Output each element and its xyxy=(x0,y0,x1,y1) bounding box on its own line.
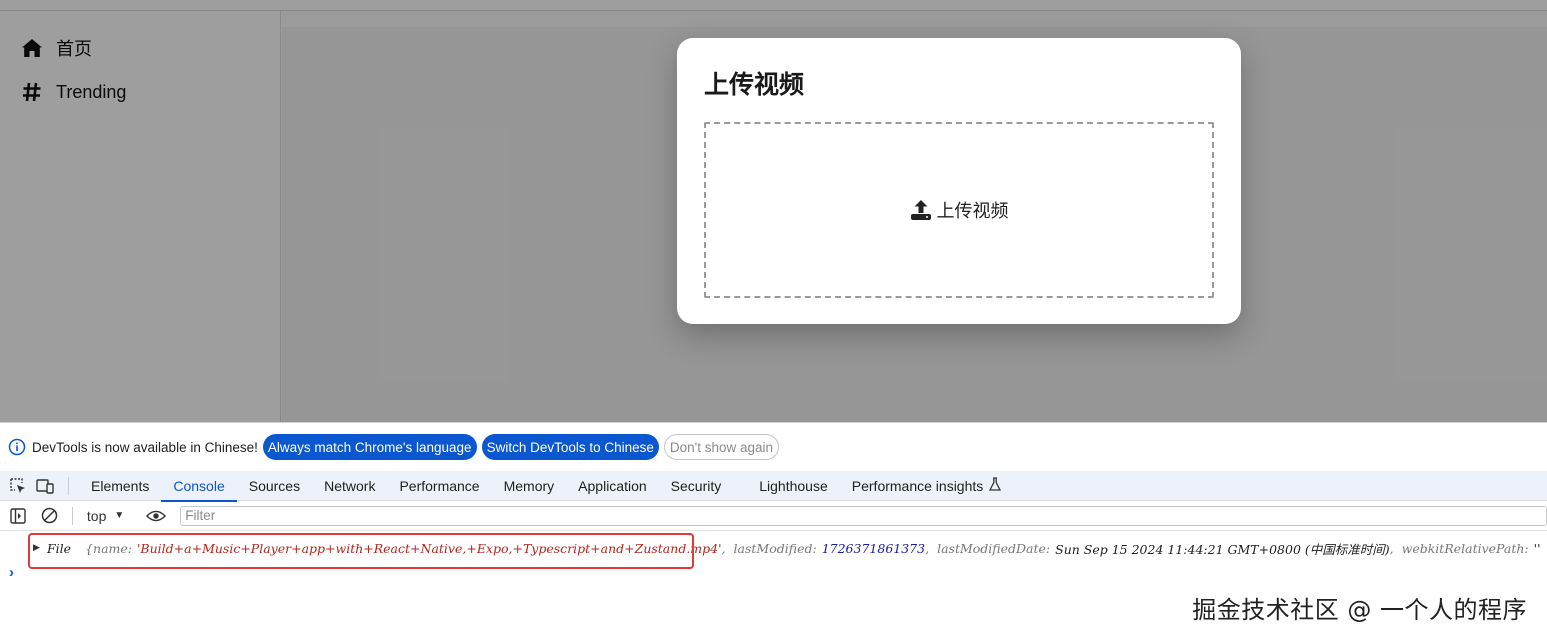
log-lastmodified-key: lastModified: xyxy=(733,540,817,556)
clear-console-icon[interactable] xyxy=(40,506,60,526)
context-value: top xyxy=(86,507,107,524)
tab-label: Performance insights xyxy=(851,477,984,494)
tab-security[interactable]: Security xyxy=(659,471,734,501)
tab-sources[interactable]: Sources xyxy=(237,471,312,501)
upload-dropzone[interactable]: 上传视频 xyxy=(704,122,1214,298)
tab-performance-insights[interactable]: Performance insights xyxy=(840,471,1014,501)
console-prompt[interactable]: › xyxy=(9,564,14,581)
console-toolbar: top ▼ xyxy=(0,501,1547,531)
switch-to-chinese-button[interactable]: Switch DevTools to Chinese xyxy=(481,434,659,460)
toolbar-divider xyxy=(71,506,73,525)
match-language-button[interactable]: Always match Chrome's language xyxy=(262,434,477,460)
modal-title: 上传视频 xyxy=(704,71,805,99)
log-lastmodifieddate-key: lastModifiedDate: xyxy=(937,540,1051,556)
tab-application[interactable]: Application xyxy=(566,471,659,501)
red-highlight-box xyxy=(28,533,694,569)
infobar-message: DevTools is now available in Chinese! xyxy=(32,439,258,455)
devtools-tabbar: Elements Console Sources Network Perform… xyxy=(0,471,1547,502)
inspect-element-icon[interactable] xyxy=(9,477,27,495)
info-icon xyxy=(8,438,26,456)
log-lastmodified-value: 1726371861373 xyxy=(821,540,926,556)
upload-modal: 上传视频 上传视频 xyxy=(677,38,1241,324)
console-filter-input[interactable] xyxy=(180,505,1547,526)
tabbar-divider xyxy=(68,476,69,495)
tab-memory[interactable]: Memory xyxy=(492,471,567,501)
flask-icon xyxy=(989,477,1002,494)
dropzone-label: 上传视频 xyxy=(936,201,1009,221)
context-selector[interactable]: top ▼ xyxy=(87,508,124,524)
tab-lighthouse[interactable]: Lighthouse xyxy=(747,471,840,501)
dont-show-again-button[interactable]: Don't show again xyxy=(663,434,780,460)
tab-elements[interactable]: Elements xyxy=(79,471,161,501)
log-relativepath-value: '' xyxy=(1533,540,1541,556)
tab-console[interactable]: Console xyxy=(161,471,238,502)
log-relativepath-key: webkitRelativePath: xyxy=(1401,540,1529,556)
log-lastmodifieddate-value: Sun Sep 15 2024 11:44:21 GMT+0800 (中国标准时… xyxy=(1055,541,1390,557)
sidebar-toggle-icon[interactable] xyxy=(8,506,28,526)
watermark: 掘金技术社区 @ 一个人的程序 xyxy=(1192,596,1527,624)
caret-down-icon: ▼ xyxy=(114,510,125,521)
tab-performance[interactable]: Performance xyxy=(387,471,491,501)
language-infobar: DevTools is now available in Chinese! Al… xyxy=(0,423,1547,471)
tab-network[interactable]: Network xyxy=(312,471,387,501)
upload-icon xyxy=(910,198,934,222)
eye-icon[interactable] xyxy=(146,506,167,526)
device-toolbar-icon[interactable] xyxy=(36,477,54,495)
